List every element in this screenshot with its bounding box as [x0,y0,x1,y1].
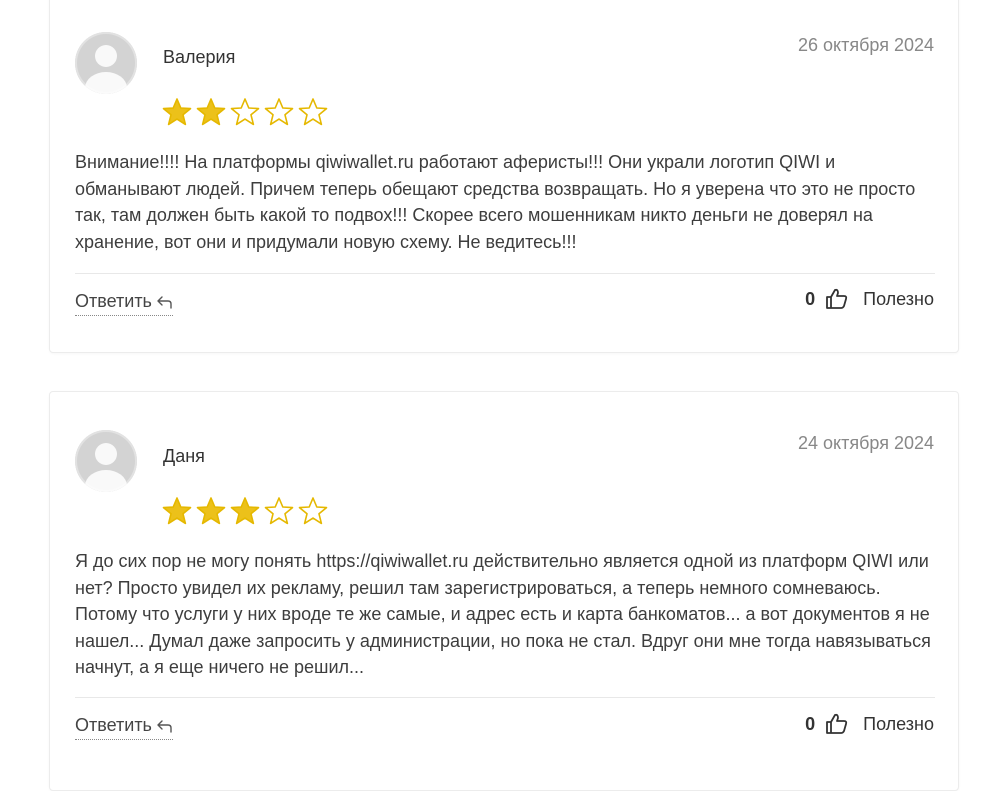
star-filled-icon [162,98,192,126]
reply-arrow-icon [157,719,172,733]
star-filled-icon [230,497,260,525]
review-author: Даня [163,446,205,466]
review-date: 24 октября 2024 [797,433,934,453]
review-text: Я до сих пор не могу понять https://qiwi… [75,551,931,677]
star-rating [161,496,329,526]
helpful-group: 0 Полезно [805,287,934,311]
thumbs-up-icon[interactable] [825,712,849,736]
thumbs-up-icon[interactable] [825,287,849,311]
reply-label: Ответить [75,715,152,735]
helpful-count: 0 [805,288,816,309]
review-text: Внимание!!!! На платформы qiwiwallet.ru … [75,152,916,252]
star-filled-icon [196,497,226,525]
helpful-label[interactable]: Полезно [863,289,934,310]
helpful-count: 0 [805,713,816,734]
avatar-placeholder-icon [75,32,137,94]
star-empty-icon [264,497,294,525]
reply-arrow-icon [157,295,172,309]
star-filled-icon [162,497,192,525]
avatar-placeholder-icon [75,430,137,492]
star-filled-icon [196,98,226,126]
helpful-group: 0 Полезно [805,712,934,736]
review-date: 26 октября 2024 [797,35,934,55]
reply-label: Ответить [75,291,152,311]
star-rating [161,97,329,127]
star-empty-icon [298,497,328,525]
review-author: Валерия [163,47,236,67]
review-card: Даня 24 октября 2024 Я до сих пор не мог… [49,391,959,791]
star-empty-icon [298,98,328,126]
star-empty-icon [230,98,260,126]
divider [75,697,935,698]
reply-button[interactable]: Ответить [75,715,173,740]
reply-button[interactable]: Ответить [75,291,173,316]
divider [75,273,935,274]
review-card: Валерия 26 октября 2024 Внимание!!!! На … [49,0,959,353]
star-empty-icon [264,98,294,126]
helpful-label[interactable]: Полезно [863,714,934,735]
